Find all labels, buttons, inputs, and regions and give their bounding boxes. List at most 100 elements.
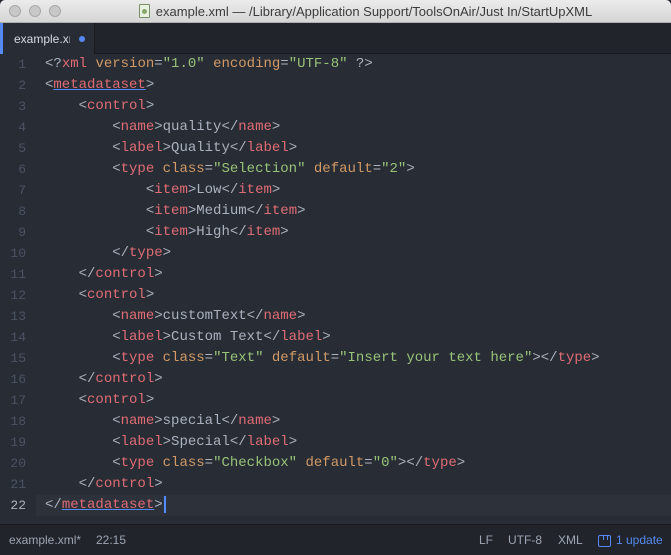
line-number[interactable]: 4 xyxy=(0,117,26,138)
code-token: > xyxy=(162,329,172,345)
code-token: > xyxy=(145,77,155,93)
code-token: </ xyxy=(263,329,281,345)
tab-bar: example.xml xyxy=(0,23,671,54)
line-number[interactable]: 8 xyxy=(0,201,26,222)
code-token: = xyxy=(330,350,340,366)
code-line[interactable]: <name>quality</name> xyxy=(45,117,280,138)
code-token: > xyxy=(271,182,281,198)
line-number[interactable]: 16 xyxy=(0,369,26,390)
code-token: name xyxy=(238,413,272,429)
code-token: = xyxy=(204,161,214,177)
code-token: </ xyxy=(246,203,264,219)
code-line[interactable]: <type class="Text" default="Insert your … xyxy=(45,348,599,369)
code-token: < xyxy=(112,413,121,429)
code-token: = xyxy=(372,161,382,177)
code-token: control xyxy=(87,287,146,303)
status-file-name[interactable]: example.xml* xyxy=(9,525,81,555)
tab-example-xml[interactable]: example.xml xyxy=(0,23,95,54)
code-token: Medium xyxy=(196,203,247,219)
code-line[interactable]: </control> xyxy=(45,474,163,495)
line-number[interactable]: 19 xyxy=(0,432,26,453)
code-token: > xyxy=(154,497,163,513)
line-number[interactable]: 15 xyxy=(0,348,26,369)
code-line[interactable]: <metadataset> xyxy=(45,75,154,96)
line-number[interactable]: 18 xyxy=(0,411,26,432)
line-number[interactable]: 9 xyxy=(0,222,26,243)
status-updates[interactable]: 1 update xyxy=(598,525,663,555)
code-line[interactable]: <item>High</item> xyxy=(45,222,289,243)
code-token: </ xyxy=(229,434,247,450)
line-number-gutter[interactable]: 1 2 3 4 5 6 7 8 9 10 11 12 13 14 15 16 17 18 19 20 21 22 xyxy=(0,54,36,524)
code-token: > xyxy=(145,98,155,114)
code-token: </ xyxy=(229,224,247,240)
code-token: < xyxy=(112,140,121,156)
code-line[interactable]: <type class="Checkbox" default="0"></typ… xyxy=(45,453,465,474)
line-number[interactable]: 13 xyxy=(0,306,26,327)
line-number[interactable]: 3 xyxy=(0,96,26,117)
code-token: > xyxy=(187,182,197,198)
code-line[interactable]: </metadataset> xyxy=(45,495,166,516)
line-number[interactable]: 22 xyxy=(0,495,26,516)
code-line[interactable]: </type> xyxy=(45,243,171,264)
code-line[interactable]: <name>customText</name> xyxy=(45,306,305,327)
status-encoding[interactable]: UTF-8 xyxy=(508,525,542,555)
code-line[interactable]: </control> xyxy=(45,369,163,390)
code-token: control xyxy=(87,392,146,408)
line-number[interactable]: 11 xyxy=(0,264,26,285)
line-number[interactable]: 7 xyxy=(0,180,26,201)
line-number[interactable]: 6 xyxy=(0,159,26,180)
code-token: = xyxy=(154,56,163,72)
code-token: > xyxy=(162,434,172,450)
line-number[interactable]: 10 xyxy=(0,243,26,264)
code-token: </ xyxy=(78,266,96,282)
code-token: </ xyxy=(78,371,96,387)
code-line[interactable]: <label>Custom Text</label> xyxy=(45,327,330,348)
line-number[interactable]: 20 xyxy=(0,453,26,474)
code-token: Custom Text xyxy=(171,329,264,345)
code-line[interactable]: <type class="Selection" default="2"> xyxy=(45,159,415,180)
status-line-ending[interactable]: LF xyxy=(479,525,493,555)
code-token: item xyxy=(238,182,272,198)
code-line[interactable]: <label>Special</label> xyxy=(45,432,297,453)
line-number[interactable]: 5 xyxy=(0,138,26,159)
line-number[interactable]: 17 xyxy=(0,390,26,411)
status-grammar[interactable]: XML xyxy=(558,525,583,555)
document-icon xyxy=(138,4,150,18)
code-token: </ xyxy=(112,245,130,261)
code-line[interactable]: <?xml version="1.0" encoding="UTF-8" ?> xyxy=(45,54,373,75)
code-line[interactable]: <item>Medium</item> xyxy=(45,201,306,222)
code-line[interactable]: <item>Low</item> xyxy=(45,180,280,201)
code-line[interactable]: <label>Quality</label> xyxy=(45,138,297,159)
code-token: > xyxy=(154,371,163,387)
modified-indicator-icon[interactable] xyxy=(79,35,85,42)
code-token: > xyxy=(187,224,197,240)
status-cursor-position[interactable]: 22:15 xyxy=(96,525,126,555)
line-number[interactable]: 21 xyxy=(0,474,26,495)
code-editor[interactable]: 1 2 3 4 5 6 7 8 9 10 11 12 13 14 15 16 17 18 19 20 21 22 <?xm… xyxy=(0,54,671,524)
code-line[interactable]: <control> xyxy=(45,390,155,411)
code-token: = xyxy=(204,350,214,366)
code-token: < xyxy=(112,161,121,177)
code-line[interactable]: <control> xyxy=(45,285,155,306)
line-number[interactable]: 14 xyxy=(0,327,26,348)
code-line[interactable]: <name>special</name> xyxy=(45,411,280,432)
code-token: "Selection" xyxy=(213,161,306,177)
line-number[interactable]: 1 xyxy=(0,54,26,75)
code-token: version xyxy=(95,56,155,72)
code-token: "Insert your text here" xyxy=(339,350,533,366)
code-line[interactable]: <control> xyxy=(45,96,155,117)
code-token: > xyxy=(297,308,306,324)
code-token: "Checkbox" xyxy=(213,455,298,471)
code-line[interactable]: </control> xyxy=(45,264,163,285)
line-number[interactable]: 12 xyxy=(0,285,26,306)
code-token: > xyxy=(162,140,172,156)
line-number[interactable]: 2 xyxy=(0,75,26,96)
